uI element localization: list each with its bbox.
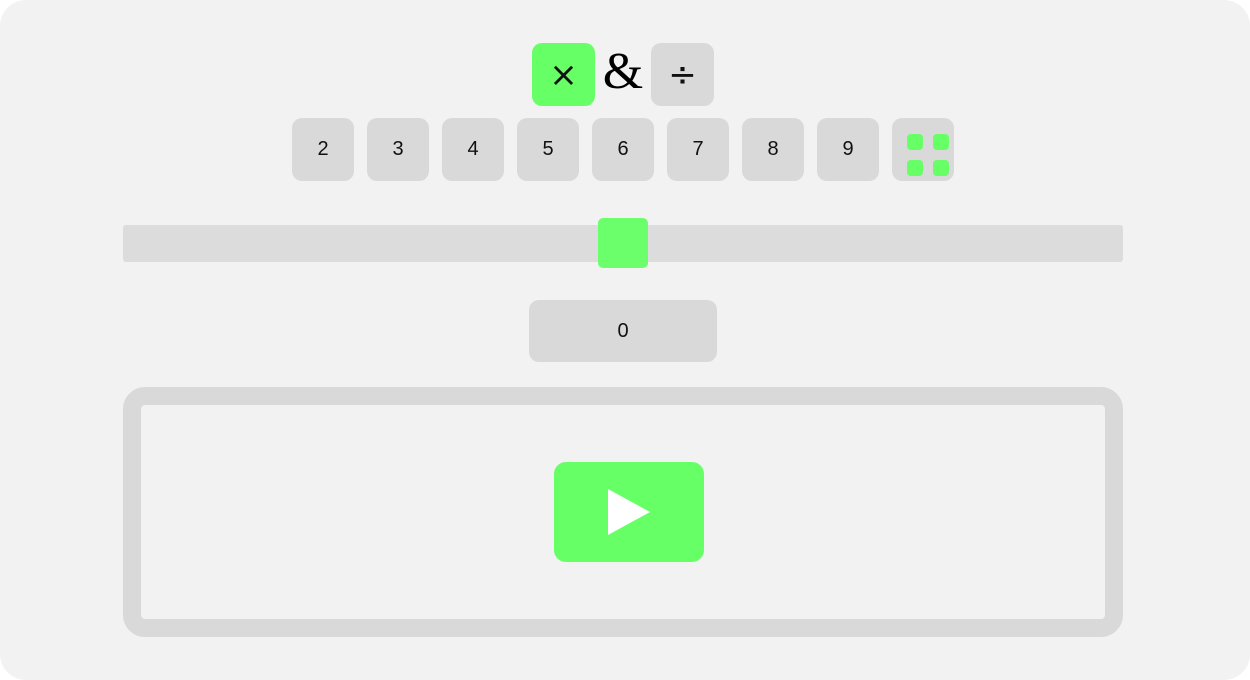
select-all-button[interactable] [892, 118, 954, 181]
multiply-icon: × [549, 54, 578, 95]
number-button-9[interactable]: 9 [817, 118, 879, 181]
number-button-2[interactable]: 2 [292, 118, 354, 181]
operation-selector: × & ÷ [532, 43, 714, 106]
number-button-7[interactable]: 7 [667, 118, 729, 181]
number-button-4[interactable]: 4 [442, 118, 504, 181]
divide-button[interactable]: ÷ [651, 43, 714, 106]
number-button-6[interactable]: 6 [592, 118, 654, 181]
table-number-selector: 2 3 4 5 6 7 8 9 [292, 118, 954, 181]
value-display: 0 [529, 300, 717, 362]
multiply-button[interactable]: × [532, 43, 595, 106]
operation-connector: & [602, 43, 644, 100]
number-button-5[interactable]: 5 [517, 118, 579, 181]
play-button[interactable] [554, 462, 704, 562]
slider-thumb[interactable] [598, 218, 648, 268]
number-button-8[interactable]: 8 [742, 118, 804, 181]
divide-icon: ÷ [668, 54, 697, 95]
play-icon [608, 489, 650, 535]
number-button-3[interactable]: 3 [367, 118, 429, 181]
grid-icon [906, 133, 949, 176]
